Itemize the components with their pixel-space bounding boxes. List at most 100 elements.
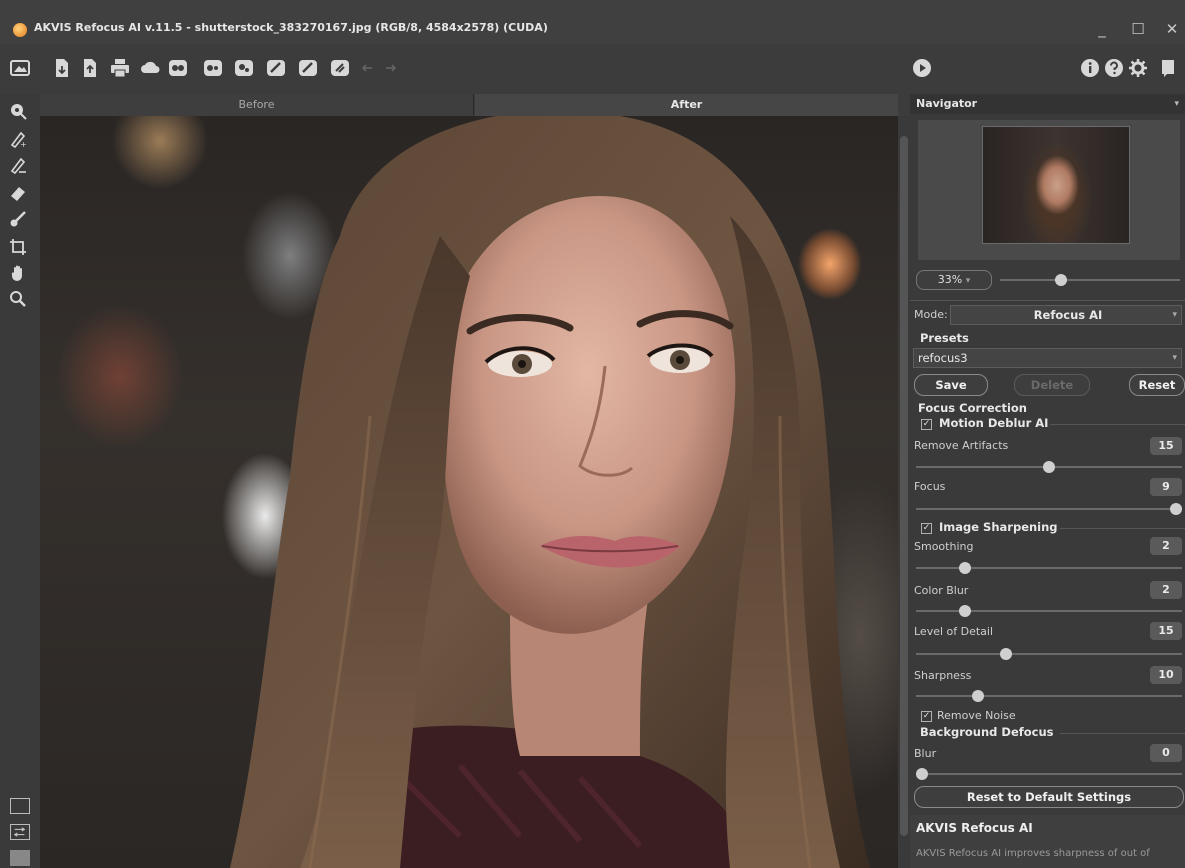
undo-icon[interactable] xyxy=(266,58,286,78)
save-preset-button[interactable]: Save xyxy=(914,374,988,396)
preset-value: refocus3 xyxy=(918,351,968,365)
scrollbar-thumb[interactable] xyxy=(900,136,908,836)
focus-slider-knob[interactable] xyxy=(1170,503,1182,515)
close-button[interactable]: ✕ xyxy=(1160,18,1184,40)
sharpness-value[interactable]: 10 xyxy=(1150,666,1182,684)
back-arrow-icon[interactable] xyxy=(358,58,378,78)
keep-pencil-icon[interactable]: + xyxy=(7,128,29,150)
color-blur-slider-track[interactable] xyxy=(916,610,1182,612)
blur-slider-knob[interactable] xyxy=(916,768,928,780)
crop-icon[interactable] xyxy=(7,236,29,258)
app-logo-icon xyxy=(13,23,27,37)
divider xyxy=(1060,733,1185,734)
smoothing-slider-track[interactable] xyxy=(916,567,1182,569)
sharpness-slider-knob[interactable] xyxy=(971,690,984,702)
run-button[interactable] xyxy=(912,58,932,78)
print-icon[interactable] xyxy=(110,58,130,78)
notes-icon[interactable] xyxy=(1158,58,1178,78)
zoom-icon[interactable] xyxy=(7,288,29,310)
reset-icon[interactable] xyxy=(330,58,350,78)
help-text: AKVIS Refocus AI improves sharpness of o… xyxy=(916,848,1150,859)
minimize-button[interactable]: _ xyxy=(1090,18,1114,40)
maximize-button[interactable]: ☐ xyxy=(1126,18,1150,40)
preset-icon[interactable] xyxy=(203,58,223,78)
chevron-down-icon: ▾ xyxy=(1172,353,1177,363)
hand-icon[interactable] xyxy=(7,262,29,284)
settings-panel: Navigator ▾ 33% ▾ Mode: Refocus AI ▾ Pre… xyxy=(910,94,1185,868)
batch-icon[interactable] xyxy=(168,58,188,78)
mode-value: Refocus AI xyxy=(1033,308,1103,322)
color-blur-slider-knob[interactable] xyxy=(959,605,972,617)
remove-artifacts-value[interactable]: 15 xyxy=(1150,437,1182,455)
color-blur-label: Color Blur xyxy=(914,584,969,597)
focus-tool-icon[interactable] xyxy=(7,100,29,122)
remove-artifacts-slider-knob[interactable] xyxy=(1043,461,1055,473)
remove-noise-label: Remove Noise xyxy=(937,709,1016,722)
zoom-dropdown-icon: ▾ xyxy=(965,276,971,286)
sharpness-slider-track[interactable] xyxy=(916,695,1182,697)
level-of-detail-slider-knob[interactable] xyxy=(999,648,1012,660)
mode-dropdown[interactable]: Refocus AI ▾ xyxy=(950,305,1182,325)
navigator-title: Navigator xyxy=(916,97,978,110)
share-icon[interactable] xyxy=(140,58,160,78)
smoothing-slider-knob[interactable] xyxy=(959,562,972,574)
image-canvas[interactable] xyxy=(40,116,898,868)
open-icon[interactable] xyxy=(10,58,30,78)
view-tabs: Before After xyxy=(40,94,898,116)
color-blur-value[interactable]: 2 xyxy=(1150,581,1182,599)
reset-preset-button[interactable]: Reset xyxy=(1129,374,1185,396)
background-defocus-title: Background Defocus xyxy=(920,725,1054,739)
level-of-detail-slider-track[interactable] xyxy=(916,653,1182,655)
brush-icon[interactable] xyxy=(7,208,29,230)
info-icon[interactable] xyxy=(1080,58,1100,78)
forward-arrow-icon[interactable] xyxy=(380,58,400,78)
navigator-preview[interactable] xyxy=(918,120,1180,260)
divider xyxy=(910,300,1185,301)
portrait-photo xyxy=(230,116,870,868)
settings-gear-icon[interactable] xyxy=(1128,58,1148,78)
single-view-icon[interactable] xyxy=(10,798,30,814)
mask-icon[interactable] xyxy=(234,58,254,78)
help-box: AKVIS Refocus AI AKVIS Refocus AI improv… xyxy=(910,815,1185,868)
zoom-value: 33% xyxy=(937,273,963,286)
divider xyxy=(1060,528,1185,529)
image-sharpening-checkbox[interactable]: ✓ xyxy=(921,523,932,534)
focus-value[interactable]: 9 xyxy=(1150,478,1182,496)
navigator-thumbnail[interactable] xyxy=(982,126,1130,244)
smoothing-value[interactable]: 2 xyxy=(1150,537,1182,555)
help-icon[interactable] xyxy=(1104,58,1124,78)
zoom-slider-track[interactable] xyxy=(1000,279,1180,281)
reset-default-settings-button[interactable]: Reset to Default Settings xyxy=(914,786,1184,808)
tab-after[interactable]: After xyxy=(475,94,898,116)
left-toolbox: + xyxy=(0,94,40,868)
preset-dropdown[interactable]: refocus3 ▾ xyxy=(913,348,1182,368)
smoothing-label: Smoothing xyxy=(914,540,974,553)
sharpness-label: Sharpness xyxy=(914,669,972,682)
zoom-slider-knob[interactable] xyxy=(1055,274,1068,286)
mode-label: Mode: xyxy=(914,308,948,321)
vertical-scrollbar[interactable] xyxy=(898,116,910,868)
zoom-select[interactable]: 33% ▾ xyxy=(916,270,992,290)
blur-label: Blur xyxy=(914,747,937,760)
delete-preset-button[interactable]: Delete xyxy=(1014,374,1090,396)
main-toolbar xyxy=(0,52,1185,88)
eraser-icon[interactable] xyxy=(7,182,29,204)
blur-slider-track[interactable] xyxy=(916,773,1182,775)
level-of-detail-value[interactable]: 15 xyxy=(1150,622,1182,640)
remove-pencil-icon[interactable] xyxy=(7,154,29,176)
blur-value[interactable]: 0 xyxy=(1150,744,1182,762)
split-view-icon[interactable] xyxy=(10,824,30,840)
redo-icon[interactable] xyxy=(298,58,318,78)
save-icon[interactable] xyxy=(52,58,72,78)
remove-noise-checkbox[interactable]: ✓ xyxy=(921,711,932,722)
divider xyxy=(1050,424,1185,425)
focus-slider-track[interactable] xyxy=(916,508,1182,510)
level-of-detail-label: Level of Detail xyxy=(914,625,994,638)
motion-deblur-checkbox[interactable]: ✓ xyxy=(921,419,932,430)
navigator-collapse-icon[interactable]: ▾ xyxy=(1174,94,1179,114)
compare-view-icon[interactable] xyxy=(10,850,30,866)
svg-text:+: + xyxy=(20,140,27,148)
save-as-icon[interactable] xyxy=(80,58,100,78)
tab-before[interactable]: Before xyxy=(40,94,474,116)
navigator-header[interactable]: Navigator ▾ xyxy=(910,94,1185,114)
